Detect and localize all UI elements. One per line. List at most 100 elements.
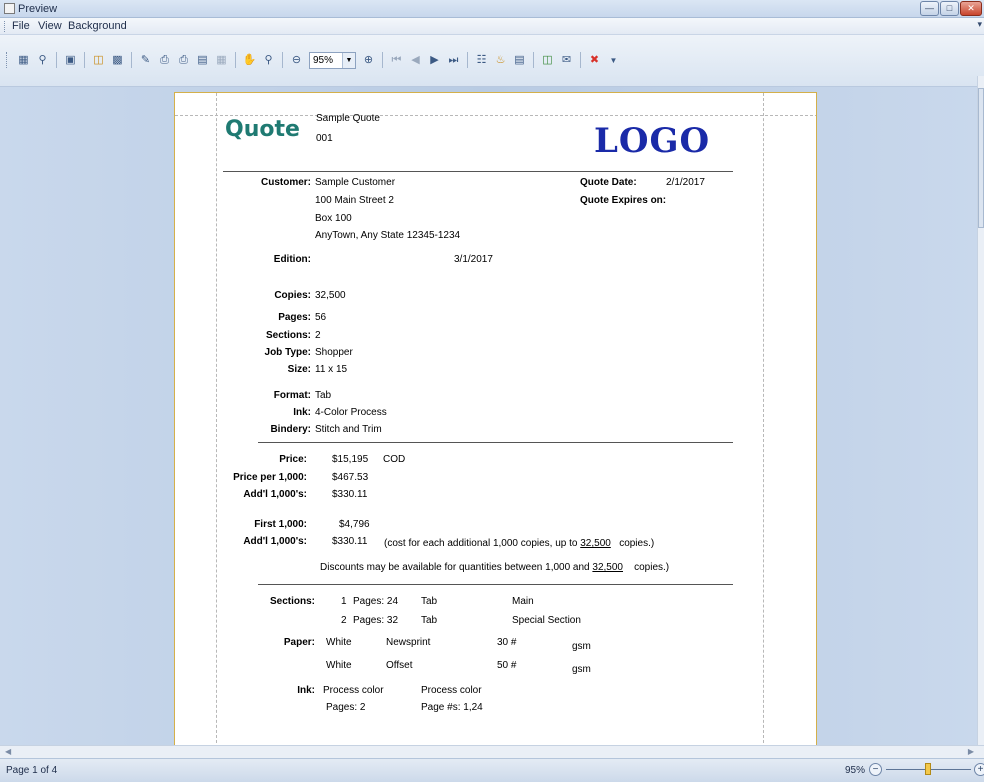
window-controls: — □ ✕: [920, 1, 982, 16]
section-2-format: Tab: [421, 615, 438, 626]
quote-date-label: Quote Date:: [580, 177, 637, 188]
document-map-icon[interactable]: ▦: [15, 52, 32, 69]
print-icon[interactable]: ⎙: [156, 52, 173, 69]
zoom-out-icon[interactable]: ⊖: [288, 52, 305, 69]
background-color-icon[interactable]: ♨: [492, 52, 509, 69]
zoom-in-icon[interactable]: ⊕: [360, 52, 377, 69]
company-logo: LOGO: [594, 121, 711, 161]
size-label: Size:: [287, 364, 311, 375]
ink-label: Ink:: [293, 407, 311, 418]
vertical-scroll-thumb[interactable]: [978, 88, 984, 228]
paper-2-color: White: [326, 660, 352, 671]
paper-1-unit: gsm: [572, 641, 591, 652]
margin-guide-top: [175, 115, 816, 116]
close-button[interactable]: ✕: [960, 1, 982, 16]
sections-value: 2: [315, 330, 321, 341]
maximize-button[interactable]: □: [940, 1, 959, 16]
edition-label: Edition:: [273, 254, 311, 265]
scroll-left-icon[interactable]: ◀: [5, 747, 11, 756]
section-2-number: 2: [341, 615, 347, 626]
toolbar-overflow-icon[interactable]: ▼: [605, 52, 622, 69]
pricing-rule: [258, 584, 733, 585]
previous-page-icon[interactable]: ◀: [407, 52, 424, 69]
hand-tool-icon[interactable]: ✋: [241, 52, 258, 69]
ink-detail-label: Ink:: [297, 685, 315, 696]
size-value: 11 x 15: [315, 364, 348, 375]
toolbar-separator: [580, 52, 581, 68]
header-rule: [223, 171, 733, 172]
close-preview-icon[interactable]: ✖: [586, 52, 603, 69]
additional-note-post: copies.): [619, 538, 655, 549]
next-page-icon[interactable]: ▶: [426, 52, 443, 69]
zoom-value[interactable]: 95%: [310, 55, 342, 66]
paper-label: Paper:: [283, 637, 315, 648]
watermark-icon[interactable]: ▤: [511, 52, 528, 69]
section-2-pages: Pages: 32: [353, 615, 399, 626]
menu-overflow-icon[interactable]: ▾: [977, 19, 982, 30]
ink-back: Process color: [421, 685, 482, 696]
section-2-name: Special Section: [512, 615, 581, 626]
zoom-out-button[interactable]: −: [869, 763, 882, 776]
export-icon[interactable]: ◫: [539, 52, 556, 69]
toolbar-separator: [282, 52, 283, 68]
toolbar-grip[interactable]: [6, 52, 9, 68]
sections-detail-label: Sections:: [269, 596, 315, 607]
customize-icon[interactable]: ✎: [137, 52, 154, 69]
zoom-slider-thumb[interactable]: [925, 763, 931, 775]
pages-label: Pages:: [278, 312, 311, 323]
ink-page-numbers: Page #s: 1,24: [421, 702, 483, 713]
edition-value: 3/1/2017: [454, 254, 493, 265]
pages-value: 56: [315, 312, 327, 323]
price-value: $15,195: [332, 454, 369, 465]
format-value: Tab: [315, 390, 332, 401]
quote-expires-label: Quote Expires on:: [580, 195, 667, 206]
sections-label: Sections:: [265, 330, 311, 341]
job-type-value: Shopper: [315, 347, 353, 358]
vertical-scrollbar[interactable]: [977, 76, 984, 745]
magnifier-icon[interactable]: ⚲: [260, 52, 277, 69]
toolbar-separator: [533, 52, 534, 68]
zoom-combo[interactable]: 95% ▼: [309, 51, 356, 69]
status-bar: Page 1 of 4 95% − +: [0, 758, 984, 782]
page-setup-icon[interactable]: ▤: [194, 52, 211, 69]
find-icon[interactable]: ⚲: [34, 52, 51, 69]
scroll-right-icon[interactable]: ▶: [968, 747, 974, 756]
toolbar-separator: [131, 52, 132, 68]
additional-note-qty: 32,500: [580, 538, 611, 549]
menu-grip[interactable]: [4, 21, 6, 32]
bindery-value: Stitch and Trim: [315, 424, 382, 435]
menu-view[interactable]: View: [38, 20, 62, 32]
toolbar-separator: [467, 52, 468, 68]
zoom-dropdown-icon[interactable]: ▼: [342, 52, 355, 68]
save-icon[interactable]: ▩: [109, 52, 126, 69]
paper-2-weight: 50 #: [497, 660, 517, 671]
quick-print-icon[interactable]: ⎙: [175, 52, 192, 69]
last-page-icon[interactable]: ⏭: [445, 52, 462, 69]
scale-icon[interactable]: ▦: [213, 52, 230, 69]
discount-note-qty: 32,500: [592, 562, 623, 573]
open-folder-icon[interactable]: ◫: [90, 52, 107, 69]
zoom-in-button[interactable]: +: [974, 763, 984, 776]
discount-note-post: copies.): [634, 562, 670, 573]
toolbar: ▦ ⚲ ▣ ◫ ▩ ✎ ⎙ ⎙ ▤ ▦ ✋ ⚲ ⊖ 95% ▼ ⊕ ⏮ ◀ ▶ …: [0, 35, 984, 87]
section-1-name: Main: [512, 596, 534, 607]
first-page-icon[interactable]: ⏮: [388, 52, 405, 69]
horizontal-scrollbar[interactable]: ◀ ▶: [0, 745, 984, 758]
menu-bar: File View Background ▾: [0, 18, 984, 35]
multiple-pages-icon[interactable]: ☷: [473, 52, 490, 69]
thumbnails-icon[interactable]: ▣: [62, 52, 79, 69]
toolbar-separator: [235, 52, 236, 68]
toolbar-separator: [56, 52, 57, 68]
paper-1-stock: Newsprint: [386, 637, 431, 648]
paper-2-unit: gsm: [572, 664, 591, 675]
discount-note: Discounts may be available for quantitie…: [320, 562, 669, 574]
toolbar-row: ▦ ⚲ ▣ ◫ ▩ ✎ ⎙ ⎙ ▤ ▦ ✋ ⚲ ⊖ 95% ▼ ⊕ ⏮ ◀ ▶ …: [6, 49, 622, 71]
minimize-button[interactable]: —: [920, 1, 939, 16]
price-terms: COD: [383, 454, 406, 465]
menu-file[interactable]: File: [12, 20, 30, 32]
section-1-number: 1: [341, 596, 347, 607]
menu-background[interactable]: Background: [68, 20, 127, 32]
job-type-label: Job Type:: [264, 347, 311, 358]
email-icon[interactable]: ✉: [558, 52, 575, 69]
quote-date-value: 2/1/2017: [666, 177, 705, 188]
